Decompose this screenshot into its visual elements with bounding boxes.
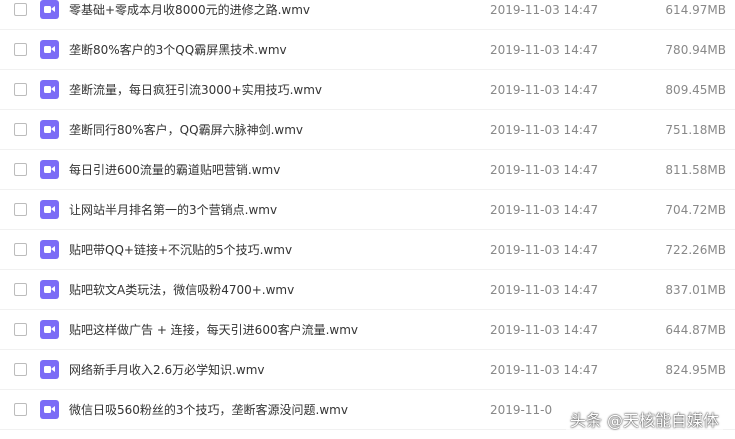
row-checkbox[interactable] [14,283,27,296]
file-name[interactable]: 贴吧带QQ+链接+不沉贴的5个技巧.wmv [69,242,292,258]
file-name[interactable]: 垄断80%客户的3个QQ霸屏黑技术.wmv [69,42,287,58]
row-checkbox[interactable] [14,83,27,96]
file-size: 809.45MB [665,83,726,97]
row-checkbox[interactable] [14,363,27,376]
file-row[interactable]: 每日引进600流量的霸道贴吧营销.wmv 2019-11-03 14:47 811.… [0,150,735,190]
file-size: 614.97MB [665,3,726,17]
file-date: 2019-11-0 [490,403,553,417]
file-name[interactable]: 垄断同行80%客户，QQ霸屏六脉神剑.wmv [69,122,303,138]
file-date: 2019-11-03 14:47 [490,203,599,217]
file-date: 2019-11-03 14:47 [490,243,599,257]
row-checkbox[interactable] [14,123,27,136]
file-name[interactable]: 网络新手月收入2.6万必学知识.wmv [69,362,265,378]
file-size: 722.26MB [665,243,726,257]
video-file-icon [40,80,59,99]
row-checkbox[interactable] [14,323,27,336]
video-file-icon [40,360,59,379]
file-list: 零基础+零成本月收8000元的进修之路.wmv 2019-11-03 14:47 6… [0,0,735,430]
video-file-icon [40,320,59,339]
file-row[interactable]: 贴吧带QQ+链接+不沉贴的5个技巧.wmv 2019-11-03 14:47 722… [0,230,735,270]
file-name[interactable]: 每日引进600流量的霸道贴吧营销.wmv [69,162,280,178]
video-file-icon [40,200,59,219]
video-file-icon [40,160,59,179]
watermark: 头条 @天核能自媒体 [565,411,723,431]
file-date: 2019-11-03 14:47 [490,323,599,337]
file-name[interactable]: 让网站半月排名第一的3个营销点.wmv [69,202,277,218]
row-checkbox[interactable] [14,203,27,216]
file-row[interactable]: 让网站半月排名第一的3个营销点.wmv 2019-11-03 14:47 704.7… [0,190,735,230]
row-checkbox[interactable] [14,403,27,416]
row-checkbox[interactable] [14,3,27,16]
row-checkbox[interactable] [14,43,27,56]
file-name[interactable]: 贴吧软文A类玩法，微信吸粉4700+.wmv [69,282,294,298]
video-file-icon [40,400,59,419]
file-date: 2019-11-03 14:47 [490,83,599,97]
file-name[interactable]: 微信日吸560粉丝的3个技巧，垄断客源没问题.wmv [69,402,348,418]
file-name[interactable]: 贴吧这样做广告 + 连接，每天引进600客户流量.wmv [69,322,358,338]
file-size: 811.58MB [665,163,726,177]
file-date: 2019-11-03 14:47 [490,43,599,57]
file-size: 780.94MB [665,43,726,57]
file-date: 2019-11-03 14:47 [490,163,599,177]
video-file-icon [40,0,59,19]
row-checkbox[interactable] [14,243,27,256]
video-file-icon [40,240,59,259]
file-size: 704.72MB [665,203,726,217]
file-row[interactable]: 垄断80%客户的3个QQ霸屏黑技术.wmv 2019-11-03 14:47 780… [0,30,735,70]
video-file-icon [40,40,59,59]
video-file-icon [40,120,59,139]
file-row[interactable]: 垄断流量，每日疯狂引流3000+实用技巧.wmv 2019-11-03 14:47… [0,70,735,110]
file-size: 751.18MB [665,123,726,137]
file-size: 824.95MB [665,363,726,377]
file-size: 644.87MB [665,323,726,337]
file-date: 2019-11-03 14:47 [490,3,599,17]
file-name[interactable]: 垄断流量，每日疯狂引流3000+实用技巧.wmv [69,82,322,98]
file-row[interactable]: 贴吧这样做广告 + 连接，每天引进600客户流量.wmv 2019-11-03 1… [0,310,735,350]
file-row[interactable]: 贴吧软文A类玩法，微信吸粉4700+.wmv 2019-11-03 14:47 83… [0,270,735,310]
file-row[interactable]: 垄断同行80%客户，QQ霸屏六脉神剑.wmv 2019-11-03 14:47 75… [0,110,735,150]
file-date: 2019-11-03 14:47 [490,283,599,297]
video-file-icon [40,280,59,299]
file-row[interactable]: 网络新手月收入2.6万必学知识.wmv 2019-11-03 14:47 824.9… [0,350,735,390]
file-date: 2019-11-03 14:47 [490,363,599,377]
file-date: 2019-11-03 14:47 [490,123,599,137]
file-name[interactable]: 零基础+零成本月收8000元的进修之路.wmv [69,2,310,18]
row-checkbox[interactable] [14,163,27,176]
file-row[interactable]: 零基础+零成本月收8000元的进修之路.wmv 2019-11-03 14:47 6… [0,0,735,30]
file-size: 837.01MB [665,283,726,297]
